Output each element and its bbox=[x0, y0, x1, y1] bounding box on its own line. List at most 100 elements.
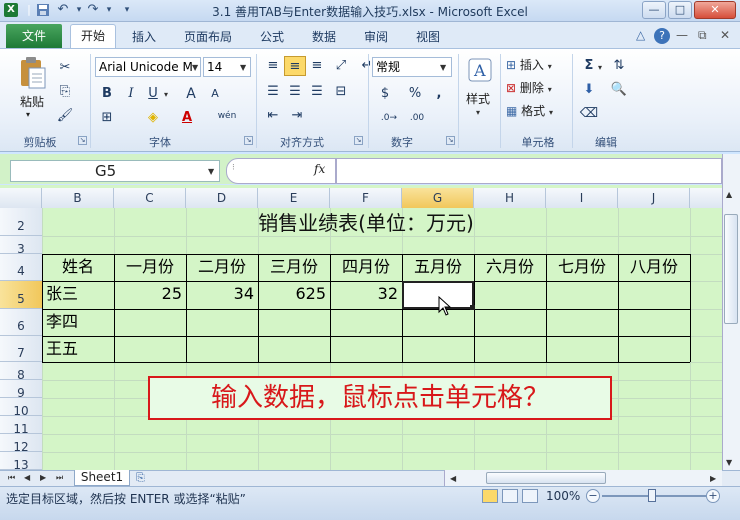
normal-view-icon[interactable] bbox=[482, 489, 498, 503]
minimize-button[interactable]: — bbox=[642, 1, 666, 19]
row-header-8[interactable]: 8 bbox=[0, 362, 42, 382]
page-break-view-icon[interactable] bbox=[522, 489, 538, 503]
doc-minimize-icon[interactable]: — bbox=[676, 28, 688, 42]
column-header-d[interactable]: D bbox=[186, 188, 258, 208]
clear-icon[interactable]: ⌫ bbox=[578, 104, 600, 124]
grow-font-button[interactable]: A bbox=[180, 84, 202, 104]
maximize-button[interactable]: □ bbox=[668, 1, 692, 19]
redo-icon[interactable]: ↷ bbox=[86, 3, 100, 17]
table-header-cell[interactable]: 三月份 bbox=[258, 254, 330, 281]
row-header-3[interactable]: 3 bbox=[0, 236, 42, 256]
formula-input[interactable] bbox=[336, 158, 722, 184]
table-cell[interactable] bbox=[330, 336, 402, 362]
last-sheet-icon[interactable]: ⏭ bbox=[56, 473, 63, 483]
row-header-13[interactable]: 13 bbox=[0, 452, 42, 472]
column-header-j[interactable]: J bbox=[618, 188, 690, 208]
paste-button[interactable]: 粘贴 bbox=[20, 93, 44, 110]
font-name-dropdown-icon[interactable]: ▼ bbox=[192, 63, 198, 72]
vertical-scroll-thumb[interactable] bbox=[724, 214, 738, 324]
excel-logo-icon[interactable]: X bbox=[4, 3, 18, 17]
table-cell[interactable] bbox=[258, 309, 330, 336]
tab-review[interactable]: 审阅 bbox=[364, 28, 388, 45]
table-header-cell[interactable]: 四月份 bbox=[330, 254, 402, 281]
align-center-icon[interactable]: ☰ bbox=[284, 82, 306, 102]
new-sheet-icon[interactable]: ⎘ bbox=[136, 471, 145, 485]
column-header-e[interactable]: E bbox=[258, 188, 330, 208]
save-icon[interactable] bbox=[36, 3, 50, 17]
percent-button[interactable]: % bbox=[404, 84, 426, 104]
autosum-button[interactable]: Σ bbox=[578, 56, 600, 76]
zoom-out-icon[interactable]: − bbox=[586, 489, 600, 503]
scroll-right-icon[interactable]: ▶ bbox=[710, 474, 716, 483]
table-cell[interactable]: 625 bbox=[258, 281, 330, 309]
row-header-7[interactable]: 7 bbox=[0, 336, 42, 362]
column-header-h[interactable]: H bbox=[474, 188, 546, 208]
font-size-dropdown-icon[interactable]: ▼ bbox=[240, 63, 246, 72]
scroll-down-icon[interactable]: ▼ bbox=[726, 458, 732, 467]
column-header-b[interactable]: B bbox=[42, 188, 114, 208]
align-left-icon[interactable]: ☰ bbox=[262, 82, 284, 102]
horizontal-scroll-thumb[interactable] bbox=[486, 472, 606, 484]
tab-file[interactable]: 文件 bbox=[6, 24, 62, 48]
table-cell[interactable] bbox=[618, 281, 690, 309]
help-icon[interactable]: ? bbox=[654, 28, 670, 44]
table-cell[interactable] bbox=[114, 336, 186, 362]
fill-color-icon[interactable]: ◈ bbox=[142, 108, 164, 128]
cut-icon[interactable]: ✂ bbox=[54, 58, 76, 78]
paste-icon[interactable] bbox=[18, 56, 48, 90]
number-format-dropdown-icon[interactable]: ▼ bbox=[440, 63, 446, 72]
table-cell[interactable] bbox=[330, 309, 402, 336]
underline-dropdown-icon[interactable]: ▾ bbox=[164, 90, 168, 99]
styles-button[interactable]: 样式 bbox=[466, 90, 490, 107]
table-header-cell[interactable]: 五月份 bbox=[402, 254, 474, 281]
tab-formulas[interactable]: 公式 bbox=[260, 28, 284, 45]
table-cell[interactable]: 34 bbox=[186, 281, 258, 309]
autosum-dropdown-icon[interactable]: ▾ bbox=[598, 63, 602, 72]
table-cell[interactable] bbox=[186, 336, 258, 362]
table-cell[interactable]: 李四 bbox=[42, 309, 114, 336]
format-cells-button[interactable]: ▦ 格式 ▾ bbox=[506, 102, 553, 119]
column-header-g[interactable]: G bbox=[402, 188, 474, 208]
copy-icon[interactable]: ⎘ bbox=[54, 82, 76, 102]
tab-home[interactable]: 开始 bbox=[70, 24, 116, 49]
select-all-corner[interactable] bbox=[0, 188, 42, 208]
comma-button[interactable]: , bbox=[428, 84, 450, 104]
table-header-cell[interactable]: 姓名 bbox=[42, 254, 114, 281]
zoom-slider-thumb[interactable] bbox=[648, 489, 656, 502]
table-cell[interactable]: 张三 bbox=[42, 281, 114, 309]
underline-button[interactable]: U bbox=[142, 84, 164, 104]
column-header-i[interactable]: I bbox=[546, 188, 618, 208]
column-header-f[interactable]: F bbox=[330, 188, 402, 208]
sort-filter-icon[interactable]: ⇅ bbox=[608, 56, 630, 76]
insert-function-button[interactable]: fx bbox=[314, 162, 325, 176]
row-header-4[interactable]: 4 bbox=[0, 254, 42, 281]
sheet-tab-sheet1[interactable]: Sheet1 bbox=[74, 470, 130, 486]
table-cell[interactable] bbox=[474, 336, 546, 362]
table-cell[interactable] bbox=[474, 281, 546, 309]
fill-icon[interactable]: ⬇ bbox=[578, 80, 600, 100]
name-box-dropdown-icon[interactable]: ▼ bbox=[208, 167, 214, 176]
table-header-cell[interactable]: 一月份 bbox=[114, 254, 186, 281]
row-header-11[interactable]: 11 bbox=[0, 416, 42, 436]
table-cell[interactable] bbox=[618, 336, 690, 362]
undo-icon[interactable]: ↶ bbox=[56, 3, 70, 17]
accounting-format-icon[interactable]: $ bbox=[374, 84, 396, 104]
table-cell[interactable] bbox=[546, 281, 618, 309]
number-launcher-icon[interactable]: ↘ bbox=[446, 136, 455, 145]
table-cell[interactable]: 王五 bbox=[42, 336, 114, 362]
table-cell[interactable] bbox=[618, 309, 690, 336]
alignment-launcher-icon[interactable]: ↘ bbox=[354, 136, 363, 145]
prev-sheet-icon[interactable]: ◀ bbox=[24, 473, 30, 482]
fill-handle[interactable] bbox=[470, 305, 475, 310]
tab-insert[interactable]: 插入 bbox=[132, 28, 156, 45]
scroll-up-icon[interactable]: ▲ bbox=[726, 190, 732, 199]
styles-icon[interactable]: A bbox=[468, 58, 492, 82]
shrink-font-button[interactable]: A bbox=[204, 84, 226, 104]
increase-decimal-icon[interactable]: .0→ bbox=[378, 108, 400, 128]
next-sheet-icon[interactable]: ▶ bbox=[40, 473, 46, 482]
find-select-icon[interactable]: 🔍 bbox=[608, 80, 630, 100]
merge-center-icon[interactable]: ⊟ bbox=[330, 82, 352, 102]
undo-dropdown-icon[interactable]: ▾ bbox=[72, 3, 86, 17]
border-icon[interactable]: ⊞ bbox=[96, 108, 118, 128]
tab-view[interactable]: 视图 bbox=[416, 28, 440, 45]
